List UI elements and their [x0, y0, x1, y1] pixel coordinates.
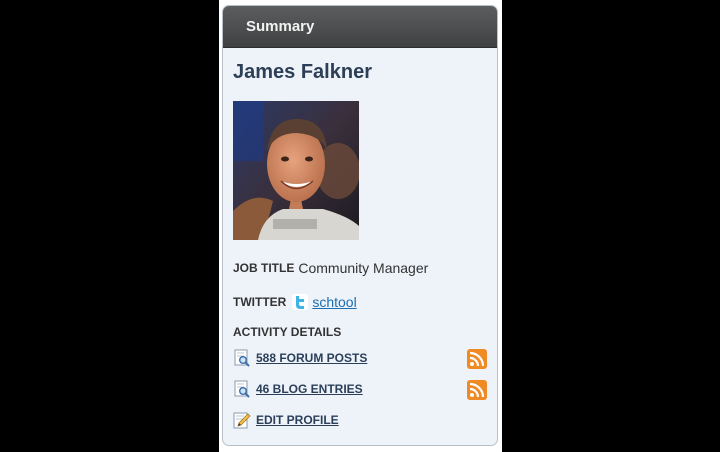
twitter-bird-icon [292, 294, 309, 310]
forum-posts-link[interactable]: 588 FORUM POSTS [256, 351, 367, 365]
rss-feed-icon[interactable] [467, 349, 487, 369]
blog-entries-link[interactable]: 46 BLOG ENTRIES [256, 382, 363, 396]
portlet-header: Summary [223, 6, 497, 48]
portlet-content: James Falkner JOB TITLE Community Manage… [223, 58, 497, 431]
activity-details-heading: ACTIVITY DETAILS [233, 325, 342, 339]
job-title-row: JOB TITLE Community Manager [233, 258, 487, 278]
avatar-portrait-icon [233, 101, 359, 240]
magnifier-document-icon [234, 349, 250, 367]
user-name: James Falkner [233, 61, 372, 83]
activity-item-edit-profile: EDIT PROFILE [233, 409, 487, 431]
magnifier-document-icon [234, 380, 250, 398]
edit-profile-link[interactable]: EDIT PROFILE [256, 413, 339, 427]
activity-item-forum-posts: 588 FORUM POSTS [233, 347, 487, 369]
user-avatar [233, 101, 359, 240]
twitter-handle-link[interactable]: schtool [312, 294, 356, 310]
summary-portlet: Summary James Falkner JOB TITLE Communit… [222, 5, 498, 446]
portlet-title: Summary [246, 18, 315, 35]
job-title-label: JOB TITLE [233, 261, 295, 275]
twitter-label: TWITTER [233, 295, 287, 309]
rss-feed-icon[interactable] [467, 380, 487, 400]
pencil-document-icon [233, 412, 251, 429]
job-title-value: Community Manager [298, 260, 429, 276]
twitter-row: TWITTER schtool [233, 291, 487, 313]
activity-item-blog-entries: 46 BLOG ENTRIES [233, 378, 487, 400]
